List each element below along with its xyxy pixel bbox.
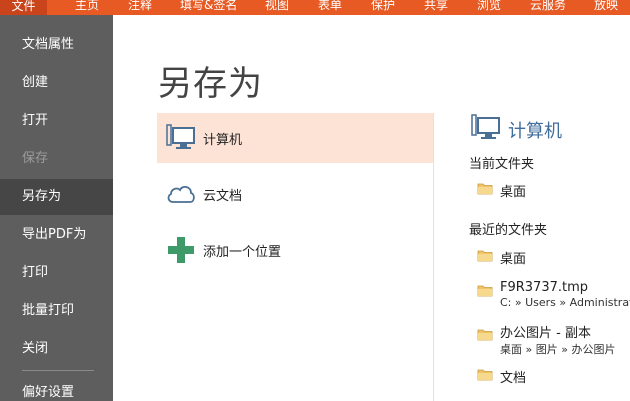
sidebar-item-save-as[interactable]: 另存为 <box>0 179 113 215</box>
backstage-sidebar: 文档属性 创建 打开 保存 另存为 导出PDF为 打印 批量打印 关闭 偏好设置 <box>0 15 113 401</box>
plus-icon <box>163 236 199 264</box>
folder-path: C: » Users » Administrat <box>500 296 630 309</box>
tab-fill-sign[interactable]: 填写&签名 <box>180 0 237 13</box>
tab-slideshow[interactable]: 放映 <box>594 0 618 13</box>
tab-cloud-service[interactable]: 云服务 <box>530 0 566 13</box>
sidebar-item-print[interactable]: 打印 <box>0 255 113 291</box>
ribbon-tab-bar: 文件 主页 注释 填写&签名 视图 表单 保护 共享 浏览 云服务 放映 <box>0 0 630 15</box>
sidebar-item-preferences[interactable]: 偏好设置 <box>0 375 113 401</box>
sidebar-item-export-pdf[interactable]: 导出PDF为 <box>0 217 113 253</box>
tab-view[interactable]: 视图 <box>265 0 289 13</box>
folder-item-current-desktop[interactable]: 桌面 <box>477 181 526 200</box>
location-computer[interactable]: 计算机 <box>157 113 433 163</box>
computer-icon <box>471 114 501 146</box>
folder-path: 桌面 » 图片 » 办公图片 <box>500 343 616 356</box>
computer-pane-heading: 计算机 <box>471 114 562 146</box>
tab-browse[interactable]: 浏览 <box>477 0 501 13</box>
tab-annotate[interactable]: 注释 <box>128 0 152 13</box>
page-title: 另存为 <box>158 64 263 104</box>
tab-form[interactable]: 表单 <box>318 0 342 13</box>
sidebar-item-open[interactable]: 打开 <box>0 103 113 139</box>
location-cloud-docs[interactable]: 云文档 <box>157 169 433 219</box>
pane-divider <box>433 113 434 401</box>
sidebar-item-close[interactable]: 关闭 <box>0 331 113 367</box>
folder-icon <box>477 182 493 199</box>
sidebar-divider <box>22 370 94 371</box>
folder-item-documents[interactable]: 文档 <box>477 367 526 386</box>
tab-protect[interactable]: 保护 <box>371 0 395 13</box>
folder-item-recent-desktop[interactable]: 桌面 <box>477 248 526 267</box>
sidebar-item-save: 保存 <box>22 151 49 166</box>
folder-icon <box>477 284 493 301</box>
folder-name: F9R3737.tmp <box>500 280 589 295</box>
location-add-place[interactable]: 添加一个位置 <box>157 225 433 275</box>
location-label: 添加一个位置 <box>203 244 282 260</box>
computer-icon <box>163 124 199 152</box>
location-label: 云文档 <box>203 188 243 204</box>
folder-name: 桌面 <box>500 185 527 200</box>
folder-icon <box>477 368 493 385</box>
tab-file[interactable]: 文件 <box>0 0 47 15</box>
computer-pane-title: 计算机 <box>508 121 562 142</box>
tab-home[interactable]: 主页 <box>75 0 99 13</box>
current-folder-label: 当前文件夹 <box>469 157 535 172</box>
tab-share[interactable]: 共享 <box>424 0 448 13</box>
recent-folders-label: 最近的文件夹 <box>469 223 548 238</box>
folder-name: 办公图片 - 副本 <box>500 326 591 341</box>
sidebar-item-properties[interactable]: 文档属性 <box>0 27 113 63</box>
folder-name: 桌面 <box>500 252 527 267</box>
cloud-icon <box>163 183 199 205</box>
sidebar-item-batch-print[interactable]: 批量打印 <box>0 293 113 329</box>
location-label: 计算机 <box>203 132 243 148</box>
folder-icon <box>477 249 493 266</box>
folder-name: 文档 <box>500 371 527 386</box>
sidebar-item-create[interactable]: 创建 <box>0 65 113 101</box>
folder-icon <box>477 328 493 345</box>
